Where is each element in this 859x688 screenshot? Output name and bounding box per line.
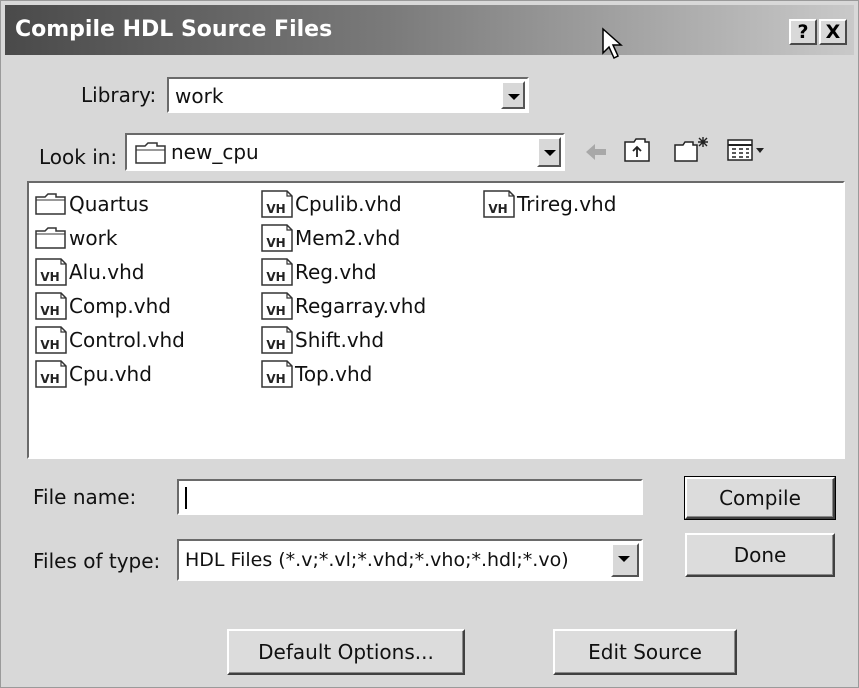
compile-dialog: Compile HDL Source Files ? X Library: wo… [0,0,859,688]
vhd-file-icon: VH [261,258,295,286]
file-item[interactable]: VH Regarray.vhd [261,291,426,321]
text-caret [185,487,187,509]
file-item[interactable]: VH Shift.vhd [261,325,384,355]
file-name-text: Comp.vhd [69,294,171,318]
file-name-text: Reg.vhd [295,260,377,284]
file-type-label: Files of type: [33,549,161,573]
vhd-file-icon: VH [35,360,69,388]
folder-icon [35,192,69,216]
vhd-file-icon: VH [483,190,517,218]
vhd-file-icon: VH [261,190,295,218]
help-button[interactable]: ? [789,19,817,45]
svg-text:VH: VH [266,304,285,318]
folder-icon [35,226,69,250]
default-options-button[interactable]: Default Options... [227,629,465,675]
svg-text:VH: VH [266,270,285,284]
file-name-label: File name: [33,485,137,509]
look-in-value: new_cpu [171,140,259,164]
up-folder-icon[interactable] [623,137,651,163]
file-type-select[interactable]: HDL Files (*.v;*.vl;*.vhd;*.vho;*.hdl;*.… [177,539,643,581]
vhd-file-icon: VH [261,292,295,320]
file-name-input[interactable] [177,479,643,515]
dialog-title: Compile HDL Source Files [15,17,333,42]
done-button[interactable]: Done [685,533,835,577]
file-type-value: HDL Files (*.v;*.vl;*.vhd;*.vho;*.hdl;*.… [185,549,569,571]
file-item[interactable]: VH Cpu.vhd [35,359,152,389]
file-name-text: Quartus [69,192,149,216]
svg-text:VH: VH [40,270,59,284]
svg-text:VH: VH [266,338,285,352]
vhd-file-icon: VH [35,292,69,320]
view-menu-icon[interactable] [727,139,767,161]
look-in-select[interactable]: new_cpu [125,133,565,171]
folder-icon [135,142,166,164]
svg-text:VH: VH [40,338,59,352]
title-bar[interactable]: Compile HDL Source Files ? X [5,5,854,55]
file-name-text: Control.vhd [69,328,185,352]
file-name-text: Top.vhd [295,362,373,386]
file-name-text: Alu.vhd [69,260,145,284]
file-item[interactable]: VH Top.vhd [261,359,372,389]
close-button[interactable]: X [819,19,847,45]
file-name-text: Trireg.vhd [517,192,617,216]
new-folder-icon[interactable] [673,135,711,163]
look-in-dropdown-arrow-icon[interactable] [537,137,561,167]
file-item[interactable]: VH Reg.vhd [261,257,377,287]
file-type-dropdown-arrow-icon[interactable] [611,543,639,577]
edit-source-button[interactable]: Edit Source [553,629,737,675]
file-item[interactable]: VH Alu.vhd [35,257,144,287]
file-name-text: Cpu.vhd [69,362,152,386]
file-name-text: Cpulib.vhd [295,192,402,216]
vhd-file-icon: VH [35,326,69,354]
compile-button[interactable]: Compile [684,476,836,520]
look-in-label: Look in: [39,145,118,169]
vhd-file-icon: VH [261,224,295,252]
vhd-file-icon: VH [35,258,69,286]
vhd-file-icon: VH [261,326,295,354]
svg-text:VH: VH [266,202,285,216]
folder-item[interactable]: work [35,223,117,253]
file-item[interactable]: VH Comp.vhd [35,291,171,321]
file-item[interactable]: VH Control.vhd [35,325,185,355]
mouse-cursor-icon [602,27,623,60]
file-name-text: Regarray.vhd [295,294,427,318]
file-item[interactable]: VH Mem2.vhd [261,223,400,253]
file-item[interactable]: VH Cpulib.vhd [261,189,402,219]
svg-text:VH: VH [266,236,285,250]
file-name-text: Shift.vhd [295,328,385,352]
svg-text:VH: VH [40,304,59,318]
vhd-file-icon: VH [261,360,295,388]
library-value: work [175,84,224,108]
back-arrow-icon[interactable] [583,141,609,163]
file-list[interactable]: Quartus work VH Alu.vhd VH Comp.vhd VH Control.… [27,181,845,459]
folder-item[interactable]: Quartus [35,189,149,219]
svg-text:VH: VH [488,202,507,216]
library-dropdown-arrow-icon[interactable] [501,81,525,109]
svg-text:VH: VH [40,372,59,386]
file-item[interactable]: VH Trireg.vhd [483,189,616,219]
svg-text:VH: VH [266,372,285,386]
file-name-text: work [69,226,118,250]
library-label: Library: [81,83,157,107]
file-name-text: Mem2.vhd [295,226,401,250]
library-select[interactable]: work [167,77,529,113]
